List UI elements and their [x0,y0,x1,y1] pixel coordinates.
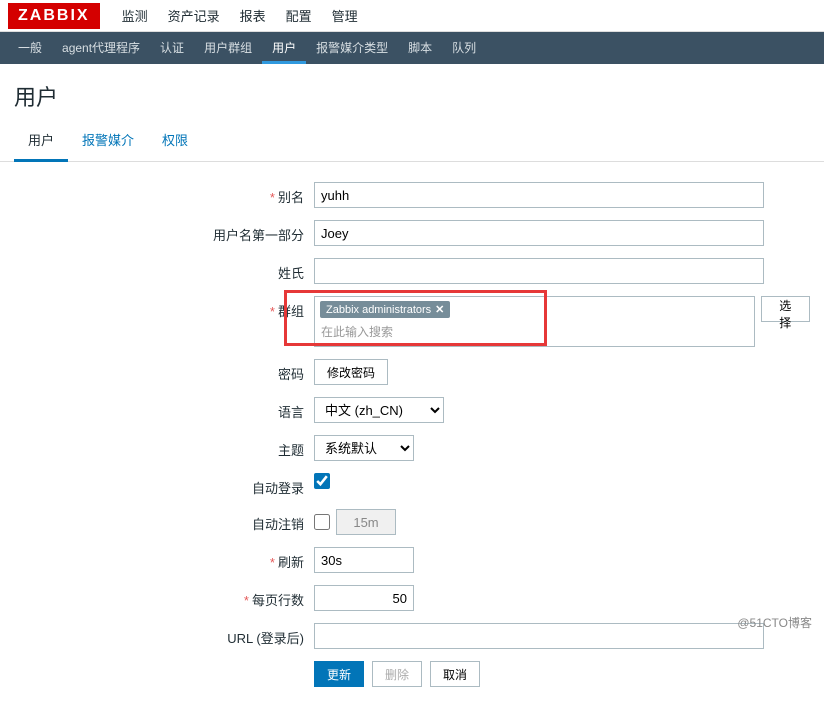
sub-menu-proxies[interactable]: agent代理程序 [52,32,150,64]
sub-menu-general[interactable]: 一般 [8,32,52,64]
sub-menu: 一般 agent代理程序 认证 用户群组 用户 报警媒介类型 脚本 队列 [0,32,824,64]
language-label: 语言 [14,397,314,421]
change-password-button[interactable]: 修改密码 [314,359,388,385]
surname-label: 姓氏 [14,258,314,282]
tab-permissions[interactable]: 权限 [148,120,202,161]
group-tag[interactable]: Zabbix administrators✕ [320,301,450,318]
autologin-label: 自动登录 [14,473,314,497]
watermark: @51CTO博客 [737,614,812,631]
theme-select[interactable]: 系统默认 [314,435,414,461]
sub-menu-queue[interactable]: 队列 [442,32,486,64]
sub-menu-scripts[interactable]: 脚本 [398,32,442,64]
url-input[interactable] [314,623,764,649]
page-title: 用户 [0,64,824,120]
autologout-label: 自动注销 [14,509,314,533]
password-label: 密码 [14,359,314,383]
alias-input[interactable] [314,182,764,208]
logo[interactable]: ZABBIX [8,3,100,29]
delete-button: 删除 [372,661,422,687]
autologout-checkbox[interactable] [314,514,330,530]
autologout-input [336,509,396,535]
form-tabs: 用户 报警媒介 权限 [0,120,824,162]
tab-media[interactable]: 报警媒介 [68,120,148,161]
top-menu-configuration[interactable]: 配置 [276,0,322,33]
url-label: URL (登录后) [14,623,314,647]
alias-label: *别名 [14,182,314,206]
cancel-button[interactable]: 取消 [430,661,480,687]
sub-menu-auth[interactable]: 认证 [150,32,194,64]
name-first-input[interactable] [314,220,764,246]
user-form: *别名 用户名第一部分 姓氏 *群组 Zabbix administrators… [0,162,824,707]
rows-input[interactable] [314,585,414,611]
top-menu-administration[interactable]: 管理 [322,0,368,33]
sub-menu-user-groups[interactable]: 用户群组 [194,32,262,64]
remove-tag-icon[interactable]: ✕ [435,304,444,316]
surname-input[interactable] [314,258,764,284]
autologin-checkbox[interactable] [314,473,330,489]
name-first-label: 用户名第一部分 [14,220,314,244]
groups-placeholder: 在此输入搜索 [320,321,749,342]
groups-label: *群组 [14,296,314,320]
select-groups-button[interactable]: 选择 [761,296,811,322]
language-select[interactable]: 中文 (zh_CN) [314,397,444,423]
sub-menu-users[interactable]: 用户 [262,32,306,64]
refresh-input[interactable] [314,547,414,573]
tab-user[interactable]: 用户 [14,120,68,162]
theme-label: 主题 [14,435,314,459]
groups-multiselect[interactable]: Zabbix administrators✕ 在此输入搜索 [314,296,755,347]
top-menu-monitoring[interactable]: 监测 [112,0,158,33]
top-menu-inventory[interactable]: 资产记录 [158,0,230,33]
top-menu: ZABBIX 监测 资产记录 报表 配置 管理 [0,0,824,32]
sub-menu-media-types[interactable]: 报警媒介类型 [306,32,398,64]
refresh-label: *刷新 [14,547,314,571]
top-menu-reports[interactable]: 报表 [230,0,276,33]
update-button[interactable]: 更新 [314,661,364,687]
rows-label: *每页行数 [14,585,314,609]
